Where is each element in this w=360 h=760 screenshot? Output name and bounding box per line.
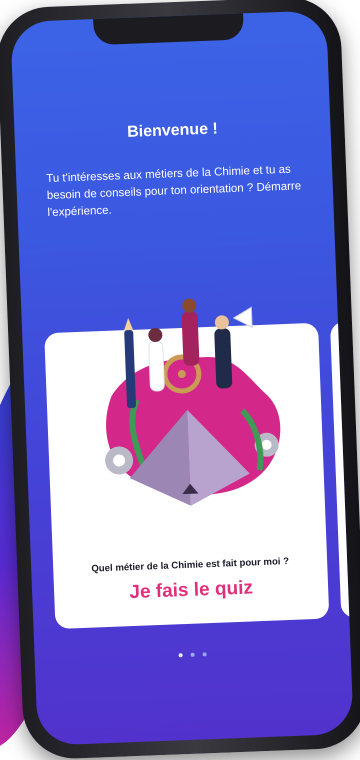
phone-frame: Bienvenue ! Tu t'intéresses aux métiers … [0,0,360,760]
phone-notch [93,11,245,46]
quiz-question: Quel métier de la Chimie est fait pour m… [91,556,290,575]
person-woman [148,340,165,392]
person-man-suit [181,311,200,366]
megaphone-icon [232,306,253,329]
welcome-title: Bienvenue ! [126,120,219,141]
next-card-peek[interactable] [329,321,354,619]
carousel-dot-1[interactable] [178,653,183,658]
start-quiz-button[interactable]: Je fais le quiz [54,575,329,608]
chemistry-illustration [105,298,281,506]
quiz-card[interactable]: Quel métier de la Chimie est fait pour m… [44,298,330,630]
carousel-dot-3[interactable] [203,652,208,657]
carousel-dots [34,638,350,668]
carousel-dot-2[interactable] [190,652,195,657]
welcome-text: Tu t'intéresses aux métiers de la Chimie… [46,163,302,220]
person-megaphone [214,328,233,389]
app-screen: Bienvenue ! Tu t'intéresses aux métiers … [10,10,354,746]
